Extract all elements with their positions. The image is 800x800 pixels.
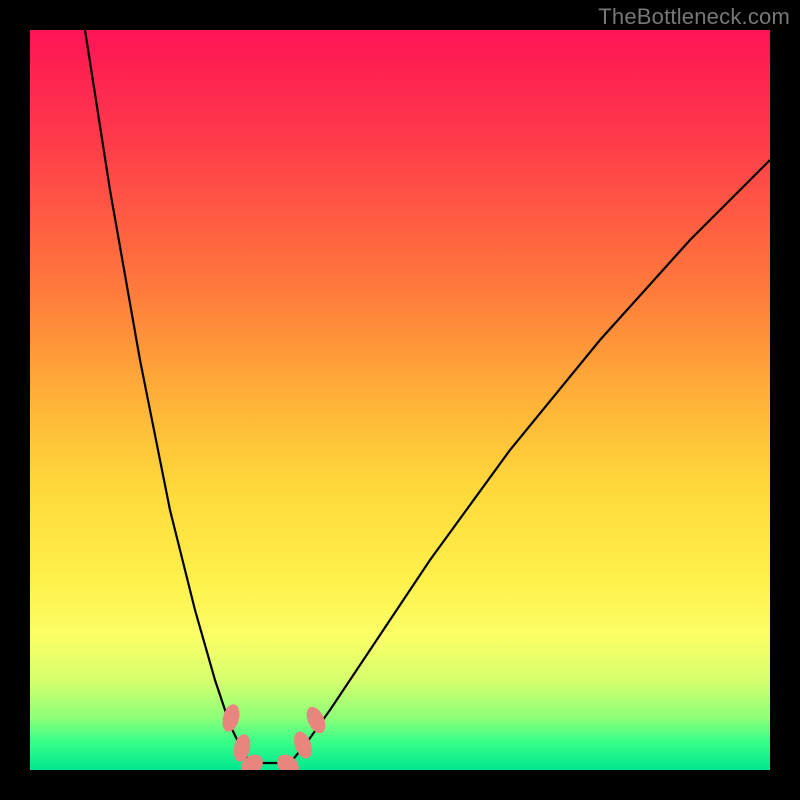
bottleneck-curve xyxy=(30,30,770,770)
watermark-text: TheBottleneck.com xyxy=(598,4,790,30)
chart-plot-area xyxy=(30,30,770,770)
curve-marker xyxy=(303,704,329,736)
curve-path xyxy=(85,30,770,763)
